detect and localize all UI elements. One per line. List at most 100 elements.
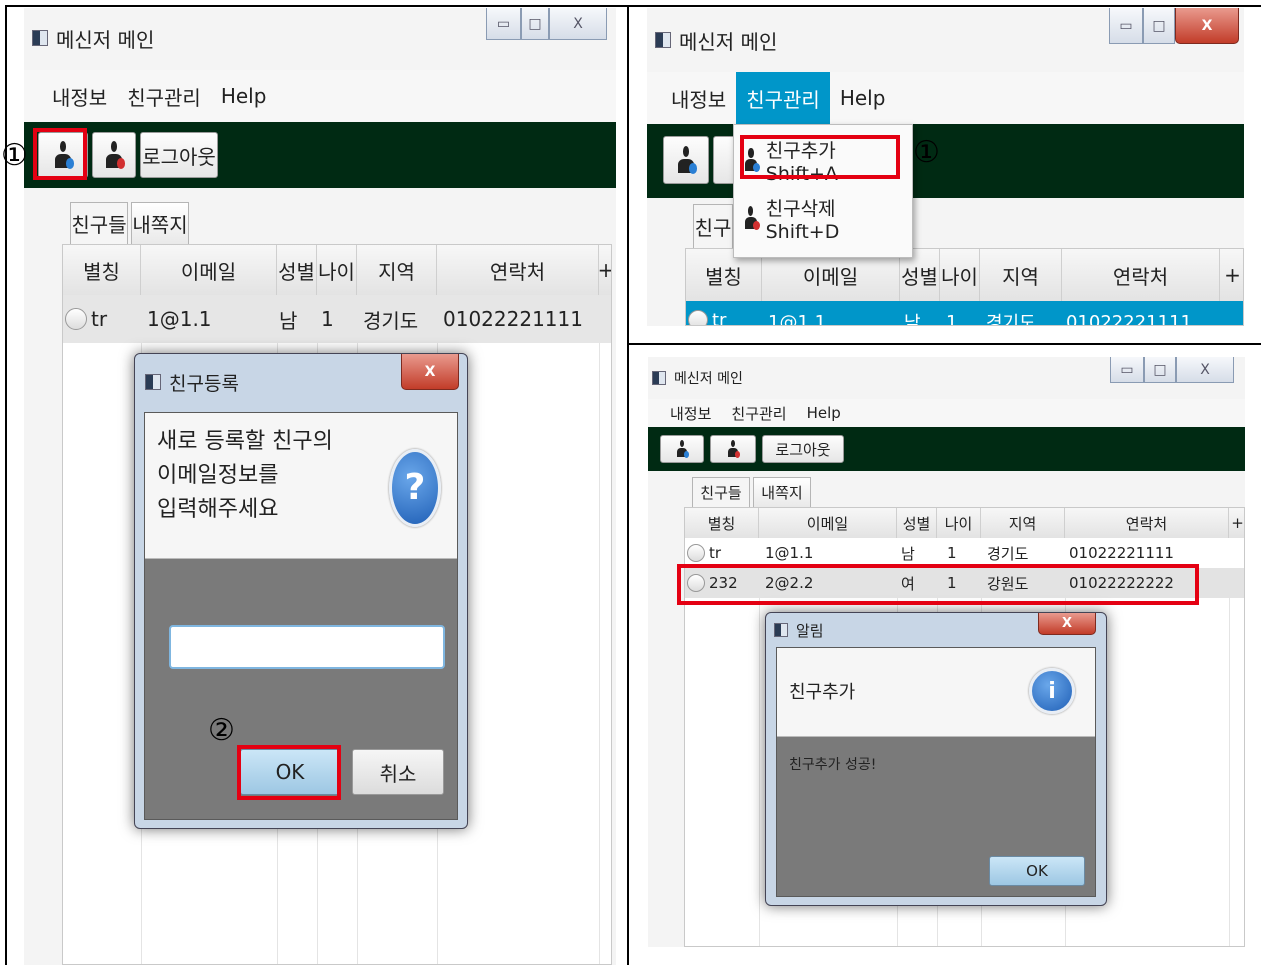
question-icon: ?	[389, 449, 441, 527]
tr-cell-phone: 01022221111	[1066, 311, 1192, 326]
highlight-add-friend-button	[33, 128, 87, 180]
alert-message: 친구추가 성공!	[789, 757, 877, 773]
app-icon	[32, 30, 48, 46]
br-close-button[interactable]: X	[1176, 357, 1234, 383]
tr-tab-friends[interactable]: 친구	[693, 204, 733, 248]
header-email[interactable]: 이메일	[141, 245, 277, 295]
alert-ok-button[interactable]: OK	[989, 856, 1085, 886]
menu-help[interactable]: Help	[211, 84, 277, 108]
menu-item-delete-friend[interactable]: 친구삭제 Shift+D	[734, 193, 912, 243]
cell-email: 1@1.1	[147, 307, 212, 331]
tr-menu-friends[interactable]: 친구관리	[736, 72, 830, 124]
delete-friend-button[interactable]	[92, 132, 136, 178]
tr-menu-help[interactable]: Help	[830, 86, 896, 110]
tr-step-marker-one: ①	[913, 135, 940, 170]
br-header-age[interactable]: 나이	[937, 508, 981, 538]
br-menu-my-info[interactable]: 내정보	[660, 403, 721, 424]
tr-add-friend-button[interactable]	[663, 136, 709, 184]
row-radio[interactable]	[65, 308, 87, 330]
tab-bar: 친구들 내쪽지	[70, 200, 192, 244]
cell-region: 경기도	[363, 308, 419, 333]
dd-remove-user-icon	[742, 206, 760, 230]
alert-dialog-close-button[interactable]: X	[1038, 613, 1096, 635]
alert-header-text: 친구추가	[789, 682, 856, 703]
alert-app-icon	[774, 623, 788, 637]
close-button[interactable]: X	[549, 8, 607, 40]
br-cell-nick-1: tr	[709, 544, 722, 562]
logout-button[interactable]: 로그아웃	[140, 132, 218, 178]
cell-gender: 남	[279, 308, 298, 333]
tr-window-title: 메신저 메인	[679, 29, 778, 54]
tr-menu-my-info[interactable]: 내정보	[661, 84, 736, 113]
br-remove-user-icon	[726, 440, 740, 458]
tr-header-phone[interactable]: 연락처	[1062, 249, 1220, 301]
table-row[interactable]: tr 1@1.1 남 1 경기도 01022221111	[63, 295, 611, 343]
header-region[interactable]: 지역	[357, 245, 437, 295]
step-marker-two: ②	[208, 713, 235, 748]
br-logout-button[interactable]: 로그아웃	[762, 435, 844, 463]
br-menu-friends[interactable]: 친구관리	[721, 403, 796, 424]
br-header-gender[interactable]: 성별	[897, 508, 937, 538]
header-nick[interactable]: 별칭	[63, 245, 141, 295]
br-app-icon	[652, 371, 666, 385]
menu-friends[interactable]: 친구관리	[117, 82, 211, 111]
left-main-window: 메신저 메인 ▭ □ X 내정보 친구관리 Help 로그아웃 친구들 내쪽지 …	[24, 8, 616, 965]
header-add-column[interactable]: +	[598, 245, 611, 295]
tr-cell-email: 1@1.1	[768, 311, 827, 326]
email-input[interactable]	[169, 625, 445, 669]
window-title: 메신저 메인	[56, 27, 155, 52]
alert-dialog-header: 친구추가 i	[777, 648, 1095, 737]
menu-my-info[interactable]: 내정보	[42, 82, 117, 111]
br-maximize-button[interactable]: □	[1144, 357, 1176, 383]
header-gender[interactable]: 성별	[277, 245, 317, 295]
cell-nick: tr	[91, 307, 108, 331]
panel-divider-vertical	[627, 5, 629, 965]
tr-cell-gender: 남	[904, 313, 921, 326]
tr-close-button[interactable]: X	[1175, 8, 1239, 44]
tr-header-region[interactable]: 지역	[980, 249, 1062, 301]
br-delete-friend-button[interactable]	[710, 435, 756, 463]
alert-dialog-body: 친구추가 i 친구추가 성공! OK	[776, 647, 1096, 897]
br-add-friend-button[interactable]	[660, 435, 704, 463]
br-menu-bar: 내정보 친구관리 Help	[648, 399, 1245, 428]
br-row-radio-1[interactable]	[687, 544, 705, 562]
panel-divider-horizontal	[629, 343, 1261, 345]
highlight-new-friend-row	[677, 564, 1199, 605]
tr-tab-bar: 친구	[693, 204, 736, 248]
br-header-email[interactable]: 이메일	[759, 508, 897, 538]
tr-header-add-column[interactable]: +	[1220, 249, 1243, 301]
register-cancel-button[interactable]: 취소	[352, 749, 444, 795]
br-table-header: 별칭 이메일 성별 나이 지역 연락처 +	[685, 508, 1244, 539]
tr-menu-bar: 내정보 친구관리 Help	[647, 72, 1244, 125]
br-menu-help[interactable]: Help	[797, 404, 851, 422]
info-icon: i	[1029, 668, 1075, 714]
highlight-ok-button	[237, 745, 341, 800]
tab-notes[interactable]: 내쪽지	[131, 202, 189, 244]
tr-header-age[interactable]: 나이	[940, 249, 980, 301]
br-header-phone[interactable]: 연락처	[1065, 508, 1229, 538]
tr-maximize-button[interactable]: □	[1143, 8, 1175, 44]
tr-app-icon	[655, 32, 671, 48]
tr-cell-region: 경기도	[986, 313, 1036, 326]
table-row[interactable]: tr 1@1.1 남 1 경기도 01022221111	[686, 301, 1243, 326]
header-phone[interactable]: 연락처	[437, 245, 599, 295]
cell-phone: 01022221111	[443, 307, 583, 331]
br-header-nick[interactable]: 별칭	[685, 508, 759, 538]
tr-minimize-button[interactable]: ▭	[1109, 8, 1143, 44]
br-window-title: 메신저 메인	[674, 371, 743, 387]
register-dialog-close-button[interactable]: X	[401, 354, 459, 390]
header-age[interactable]: 나이	[317, 245, 357, 295]
br-tab-notes[interactable]: 내쪽지	[753, 477, 811, 507]
minimize-button[interactable]: ▭	[486, 8, 521, 40]
tab-friends[interactable]: 친구들	[70, 202, 128, 244]
br-header-add-column[interactable]: +	[1229, 508, 1244, 538]
cell-age: 1	[321, 307, 334, 331]
tr-row-radio[interactable]	[688, 310, 708, 325]
br-minimize-button[interactable]: ▭	[1110, 357, 1144, 383]
br-header-region[interactable]: 지역	[981, 508, 1065, 538]
br-add-user-icon	[675, 440, 689, 458]
step-marker-one: ①	[1, 138, 28, 173]
maximize-button[interactable]: □	[521, 8, 549, 40]
br-tab-friends[interactable]: 친구들	[692, 477, 750, 507]
panel-divider-top	[5, 5, 1261, 7]
